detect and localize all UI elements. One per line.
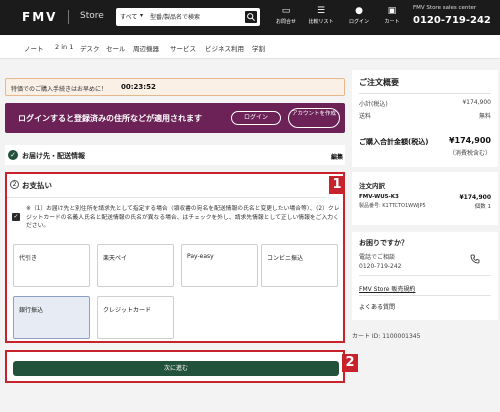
nav-item-2in1[interactable]: 2 in 1 xyxy=(55,43,73,51)
logo-divider xyxy=(68,10,69,24)
payment-option-bank-transfer[interactable]: 銀行振込 xyxy=(13,296,90,339)
next-step-section: 次に進む xyxy=(5,350,345,383)
category-nav: ノート 2 in 1 デスク セール 周辺機器 サービス ビジネス利用 学割 xyxy=(0,35,500,59)
product-sku: 製品番号: K1TTCTO1WWJP5 xyxy=(359,203,426,209)
payment-option-pay-easy[interactable]: Pay-easy xyxy=(181,244,258,287)
contact-button[interactable]: ▭ お問合せ xyxy=(272,4,300,32)
billing-same-checkbox[interactable]: ✓ xyxy=(12,213,20,221)
search-category-select[interactable]: すべて xyxy=(120,12,137,21)
total-label: ご購入合計金額(税込) xyxy=(359,138,429,146)
search-bar[interactable]: すべて ▾ 型番/製品名で検索 xyxy=(116,8,260,26)
create-account-button[interactable]: アカウントを作成 xyxy=(288,108,340,128)
subtotal-label: 小計(税込) xyxy=(359,101,388,108)
store-label: Store xyxy=(80,11,104,21)
help-panel: お困りですか？ 電話でご相談 0120-719-242 FMV Store 販売… xyxy=(352,232,498,320)
step-number: 2 xyxy=(10,180,19,189)
help-phone[interactable]: 0120-719-242 xyxy=(359,263,402,270)
order-items: 注文内訳 FMV-WU5-K3 製品番号: K1TTCTO1WWJP5 ¥174… xyxy=(352,172,498,225)
search-icon[interactable] xyxy=(245,11,257,23)
cart-id: カート ID: 1100001345 xyxy=(352,333,421,340)
phone-icon xyxy=(470,254,480,264)
subtotal-value: ¥174,900 xyxy=(462,99,491,106)
faq-link[interactable]: よくある質問 xyxy=(359,302,395,311)
login-button[interactable]: ログイン xyxy=(231,111,281,125)
next-button[interactable]: 次に進む xyxy=(13,361,339,376)
check-circle-icon: ✓ xyxy=(8,150,18,160)
nav-item-notebook[interactable]: ノート xyxy=(24,43,44,53)
help-title: お困りですか？ xyxy=(359,239,408,247)
order-summary: ご注文概要 小計(税込) ¥174,900 送料 無料 ご購入合計金額(税込) … xyxy=(352,70,498,167)
cart-icon: ▣ xyxy=(387,6,397,16)
sales-center-label: FMV Store sales center xyxy=(413,5,477,11)
session-timer-banner: 特価でのご購入手続きはお早めに！ 00:23:52 xyxy=(5,78,345,96)
timer-message: 特価でのご購入手続きはお早めに！ xyxy=(11,86,108,93)
delivery-title: お届け先・配送情報 xyxy=(22,152,85,160)
chevron-down-icon: ▾ xyxy=(140,12,144,19)
billing-note: ※（1）お届け先と別住所を請求先として指定する場合（領収書の宛名を配送情報の氏名… xyxy=(26,206,340,229)
payment-title: お支払い xyxy=(22,181,52,190)
chat-icon: ▭ xyxy=(281,6,291,16)
shipping-label: 送料 xyxy=(359,113,372,120)
site-header: FMV Store すべて ▾ 型番/製品名で検索 ▭ お問合せ ☰ 比較リスト… xyxy=(0,0,500,35)
nav-item-student[interactable]: 学割 xyxy=(252,43,265,53)
order-items-title: 注文内訳 xyxy=(359,182,385,190)
nav-item-desktop[interactable]: デスク xyxy=(80,43,100,53)
login-banner-message: ログインすると登録済みの住所などが適用されます xyxy=(18,114,202,123)
payment-section: 2 お支払い ✓ ※（1）お届け先と別住所を請求先として指定する場合（領収書の宛… xyxy=(5,172,345,343)
search-input[interactable]: 型番/製品名で検索 xyxy=(150,12,200,21)
tax-note: （消費税含む） xyxy=(448,150,491,157)
logo[interactable]: FMV xyxy=(22,10,57,24)
annotation-badge-2: 2 xyxy=(342,354,358,372)
payment-option-rakuten-pay[interactable]: 楽天ペイ xyxy=(97,244,174,287)
total-value: ¥174,900 xyxy=(448,136,491,145)
nav-item-services[interactable]: サービス xyxy=(170,43,196,53)
delivery-edit-link[interactable]: 編集 xyxy=(331,152,343,161)
nav-item-peripherals[interactable]: 周辺機器 xyxy=(133,43,159,53)
nav-item-sale[interactable]: セール xyxy=(106,43,126,53)
product-price: ¥174,900 xyxy=(459,194,491,201)
sales-center-phone[interactable]: 0120-719-242 xyxy=(413,15,491,26)
product-name: FMV-WU5-K3 xyxy=(359,194,399,200)
payment-option-credit-card[interactable]: クレジットカード xyxy=(97,296,174,339)
delivery-section: ✓ お届け先・配送情報 編集 xyxy=(5,145,345,165)
divider xyxy=(7,197,327,198)
payment-option-cod[interactable]: 代引き xyxy=(13,244,90,287)
divider xyxy=(359,275,491,276)
nav-item-business[interactable]: ビジネス利用 xyxy=(205,43,244,53)
login-header-button[interactable]: ● ログイン xyxy=(345,4,373,32)
compare-icon: ☰ xyxy=(316,6,326,16)
payment-option-convenience[interactable]: コンビニ振込 xyxy=(261,244,338,287)
product-qty: 個数 1 xyxy=(474,204,491,210)
divider xyxy=(359,295,491,296)
annotation-badge-1: 1 xyxy=(329,176,345,194)
cart-button[interactable]: ▣ カート xyxy=(378,4,406,32)
phone-consult-label: 電話でご相談 xyxy=(359,254,396,261)
timer-countdown: 00:23:52 xyxy=(121,83,156,91)
shipping-value: 無料 xyxy=(478,113,491,120)
compare-list-button[interactable]: ☰ 比較リスト xyxy=(307,4,335,32)
login-banner: ログインすると登録済みの住所などが適用されます ログイン アカウントを作成 xyxy=(5,103,345,133)
order-summary-title: ご注文概要 xyxy=(359,78,399,87)
terms-link[interactable]: FMV Store 販売規約 xyxy=(359,284,415,293)
divider xyxy=(359,93,491,94)
user-icon: ● xyxy=(355,6,363,16)
